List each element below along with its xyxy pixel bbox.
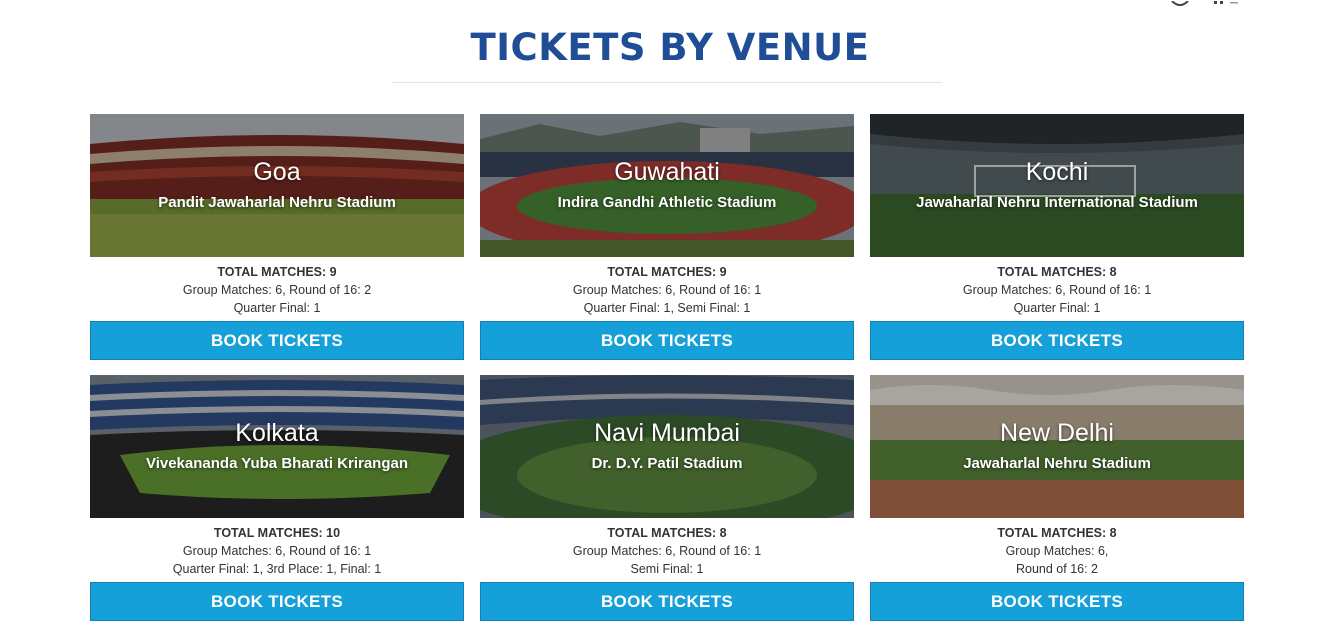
venue-city: Navi Mumbai — [594, 419, 740, 447]
book-tickets-button[interactable]: BOOK TICKETS — [480, 582, 854, 621]
venue-match-info: TOTAL MATCHES: 10 Group Matches: 6, Roun… — [90, 524, 464, 578]
venue-city: Guwahati — [614, 158, 720, 186]
venue-image[interactable]: Kolkata Vivekananda Yuba Bharati Krirang… — [90, 375, 464, 518]
book-tickets-button[interactable]: BOOK TICKETS — [90, 321, 464, 360]
match-breakdown-line-2: Semi Final: 1 — [630, 562, 704, 576]
match-breakdown-line-2: Quarter Final: 1, Semi Final: 1 — [583, 301, 751, 315]
match-breakdown-line-2: Quarter Final: 1 — [1013, 301, 1101, 315]
venue-card-navi-mumbai: Navi Mumbai Dr. D.Y. Patil Stadium TOTAL… — [480, 375, 854, 621]
book-tickets-button[interactable]: BOOK TICKETS — [90, 582, 464, 621]
match-breakdown-line-2: Round of 16: 2 — [1015, 562, 1098, 576]
book-tickets-button[interactable]: BOOK TICKETS — [870, 321, 1244, 360]
venue-stadium-name: Indira Gandhi Athletic Stadium — [557, 194, 777, 211]
partner-logo-strip — [1052, 0, 1282, 6]
book-tickets-button[interactable]: BOOK TICKETS — [870, 582, 1244, 621]
venue-card-kochi: Kochi Jawaharlal Nehru International Sta… — [870, 114, 1244, 360]
page-title: TICKETS BY VENUE — [470, 26, 870, 69]
match-breakdown-line-1: Group Matches: 6, Round of 16: 1 — [572, 283, 762, 297]
match-breakdown-line-1: Group Matches: 6, Round of 16: 2 — [182, 283, 372, 297]
total-matches: TOTAL MATCHES: 10 — [213, 526, 341, 540]
venue-city: New Delhi — [1000, 419, 1114, 447]
match-breakdown-line-1: Group Matches: 6, Round of 16: 1 — [182, 544, 372, 558]
book-tickets-button[interactable]: BOOK TICKETS — [480, 321, 854, 360]
venue-card-new-delhi: New Delhi Jawaharlal Nehru Stadium TOTAL… — [870, 375, 1244, 621]
venue-stadium-name: Jawaharlal Nehru International Stadium — [916, 194, 1198, 211]
venue-city: Kolkata — [235, 419, 319, 447]
venue-match-info: TOTAL MATCHES: 8 Group Matches: 6, Round… — [870, 263, 1244, 317]
total-matches: TOTAL MATCHES: 8 — [997, 526, 1117, 540]
venue-image[interactable]: New Delhi Jawaharlal Nehru Stadium — [870, 375, 1244, 518]
total-matches: TOTAL MATCHES: 8 — [997, 265, 1117, 279]
match-breakdown-line-2: Quarter Final: 1 — [233, 301, 321, 315]
venue-city: Goa — [253, 158, 301, 186]
title-divider — [392, 82, 942, 83]
match-breakdown-line-2: Quarter Final: 1, 3rd Place: 1, Final: 1 — [172, 562, 382, 576]
match-breakdown-line-1: Group Matches: 6, Round of 16: 1 — [572, 544, 762, 558]
venue-match-info: TOTAL MATCHES: 8 Group Matches: 6, Round… — [480, 524, 854, 578]
total-matches: TOTAL MATCHES: 8 — [607, 526, 727, 540]
venue-match-info: TOTAL MATCHES: 9 Group Matches: 6, Round… — [90, 263, 464, 317]
venue-stadium-name: Vivekananda Yuba Bharati Krirangan — [145, 455, 409, 472]
venue-match-info: TOTAL MATCHES: 8 Group Matches: 6, Round… — [870, 524, 1244, 578]
match-breakdown-line-1: Group Matches: 6, Round of 16: 1 — [962, 283, 1152, 297]
total-matches: TOTAL MATCHES: 9 — [217, 265, 337, 279]
venue-image[interactable]: Kochi Jawaharlal Nehru International Sta… — [870, 114, 1244, 257]
match-breakdown-line-1: Group Matches: 6, — [1005, 544, 1109, 558]
venue-image[interactable]: Navi Mumbai Dr. D.Y. Patil Stadium — [480, 375, 854, 518]
venue-stadium-name: Jawaharlal Nehru Stadium — [963, 455, 1151, 472]
venue-card-goa: Goa Pandit Jawaharlal Nehru Stadium TOTA… — [90, 114, 464, 360]
venue-match-info: TOTAL MATCHES: 9 Group Matches: 6, Round… — [480, 263, 854, 317]
venue-card-guwahati: Guwahati Indira Gandhi Athletic Stadium … — [480, 114, 854, 360]
venue-image[interactable]: Goa Pandit Jawaharlal Nehru Stadium — [90, 114, 464, 257]
venue-stadium-name: Dr. D.Y. Patil Stadium — [591, 455, 743, 472]
venue-card-kolkata: Kolkata Vivekananda Yuba Bharati Krirang… — [90, 375, 464, 621]
venue-stadium-name: Pandit Jawaharlal Nehru Stadium — [158, 194, 396, 211]
venue-city: Kochi — [1025, 158, 1089, 186]
total-matches: TOTAL MATCHES: 9 — [607, 265, 727, 279]
venue-image[interactable]: Guwahati Indira Gandhi Athletic Stadium — [480, 114, 854, 257]
venue-grid: Goa Pandit Jawaharlal Nehru Stadium TOTA… — [90, 114, 1244, 624]
